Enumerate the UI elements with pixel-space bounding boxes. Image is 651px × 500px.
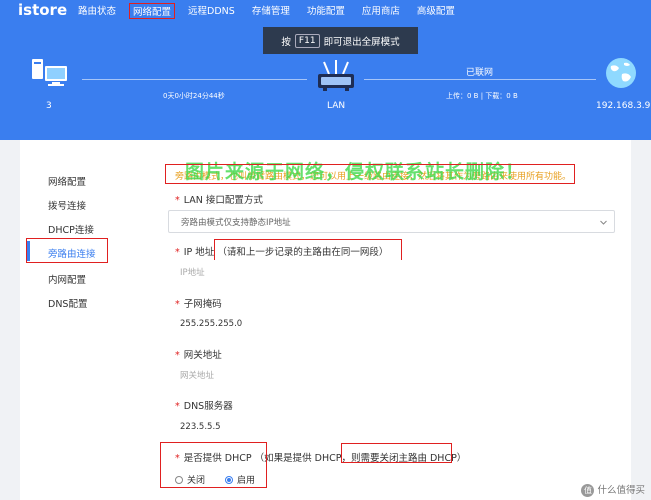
highlight-box-warning [165,164,575,184]
sidebar-item-lan-config[interactable]: 内网配置 [48,272,86,286]
toast-suffix: 即可退出全屏模式 [323,36,400,48]
dns-label-text: DNS服务器 [183,401,233,412]
lan-mode-label-text: LAN 接口配置方式 [183,195,263,206]
sidebar-item-dialup[interactable]: 拨号连接 [48,198,86,212]
sidebar-item-dhcp[interactable]: DHCP连接 [48,222,94,236]
dns-input[interactable]: 223.5.5.5 [168,415,615,438]
required-mark: * [175,299,180,310]
toast-key: F11 [294,33,320,48]
dhcp-off-label: 关闭 [187,476,206,486]
required-mark: * [175,247,180,258]
dhcp-radio-group: 关闭 启用 [175,473,255,486]
smzdm-watermark: 值什么值得买 [581,482,645,497]
highlight-box-sidebar [26,238,108,263]
router-icon [318,60,354,91]
brand-logo: istore [18,1,68,19]
netmask-label: * 子网掩码 [175,296,222,310]
smzdm-text: 什么值得买 [597,485,645,496]
nav-item-network-config[interactable]: 网络配置 [129,3,176,19]
link-line-wan [364,79,596,80]
gateway-label-text: 网关地址 [183,350,222,361]
netmask-label-text: 子网掩码 [183,299,222,310]
globe-icon [606,58,636,88]
sidebar-item-dns-config[interactable]: DNS配置 [48,296,87,310]
dhcp-on-radio[interactable]: 启用 [225,473,255,486]
highlight-box-dhcp-hint [341,443,452,463]
ip-label-text: IP 地址 [183,247,215,258]
lan-mode-select[interactable]: 旁路由模式仅支持静态IP地址 [168,210,615,233]
uptime: 0天0小时24分44秒 [163,92,225,100]
required-mark: * [175,350,180,361]
sidebar-item-network-config[interactable]: 网络配置 [48,174,86,188]
dhcp-hint-prefix: （如果是提供 DHCP， [254,453,351,464]
content-card: 网络配置 拨号连接 DHCP连接 旁路由连接 内网配置 DNS配置 旁路由模式，… [20,140,631,500]
nav-item-router-status[interactable]: 路由状态 [78,3,116,19]
device-count: 3 [46,101,52,111]
gateway-label: * 网关地址 [175,347,222,361]
lan-mode-label: * LAN 接口配置方式 [175,192,263,206]
download-stat: 下载：0 B [485,92,518,100]
link-line-lan [82,79,307,80]
radio-dot-checked [225,475,234,484]
traffic-stats: 上传：0 B | 下载：0 B [446,91,518,101]
main-nav: 路由状态 网络配置 远程DDNS 存储管理 功能配置 应用商店 高级配置 [78,3,472,19]
computer-icon [32,59,67,86]
dhcp-on-label: 启用 [237,476,256,486]
top-bar: istore 路由状态 网络配置 远程DDNS 存储管理 功能配置 应用商店 高… [0,0,651,140]
nav-item-app-store[interactable]: 应用商店 [362,3,400,19]
gateway-input[interactable]: 网关地址 [168,363,615,386]
router-label: LAN [327,101,346,111]
dhcp-off-radio[interactable]: 关闭 [175,473,205,486]
fullscreen-toast: 按 F11 即可退出全屏模式 [263,27,418,54]
nav-item-features[interactable]: 功能配置 [307,3,345,19]
chevron-down-icon [600,220,607,225]
nav-item-remote-ddns[interactable]: 远程DDNS [188,3,235,19]
connection-state: 已联网 [466,68,494,78]
required-mark: * [175,195,180,206]
toast-prefix: 按 [281,36,291,48]
smzdm-logo-icon: 值 [581,484,595,497]
dns-label: * DNS服务器 [175,398,233,412]
ip-input[interactable]: IP地址 [168,260,615,283]
nav-item-advanced[interactable]: 高级配置 [417,3,455,19]
wan-ip: 192.168.3.99 [596,101,651,111]
lan-mode-value: 旁路由模式仅支持静态IP地址 [181,217,291,228]
nav-item-storage[interactable]: 存储管理 [252,3,290,19]
netmask-input[interactable]: 255.255.255.0 [168,312,615,335]
upload-stat: 上传：0 B [446,92,479,100]
radio-dot [175,475,183,484]
required-mark: * [175,401,180,412]
